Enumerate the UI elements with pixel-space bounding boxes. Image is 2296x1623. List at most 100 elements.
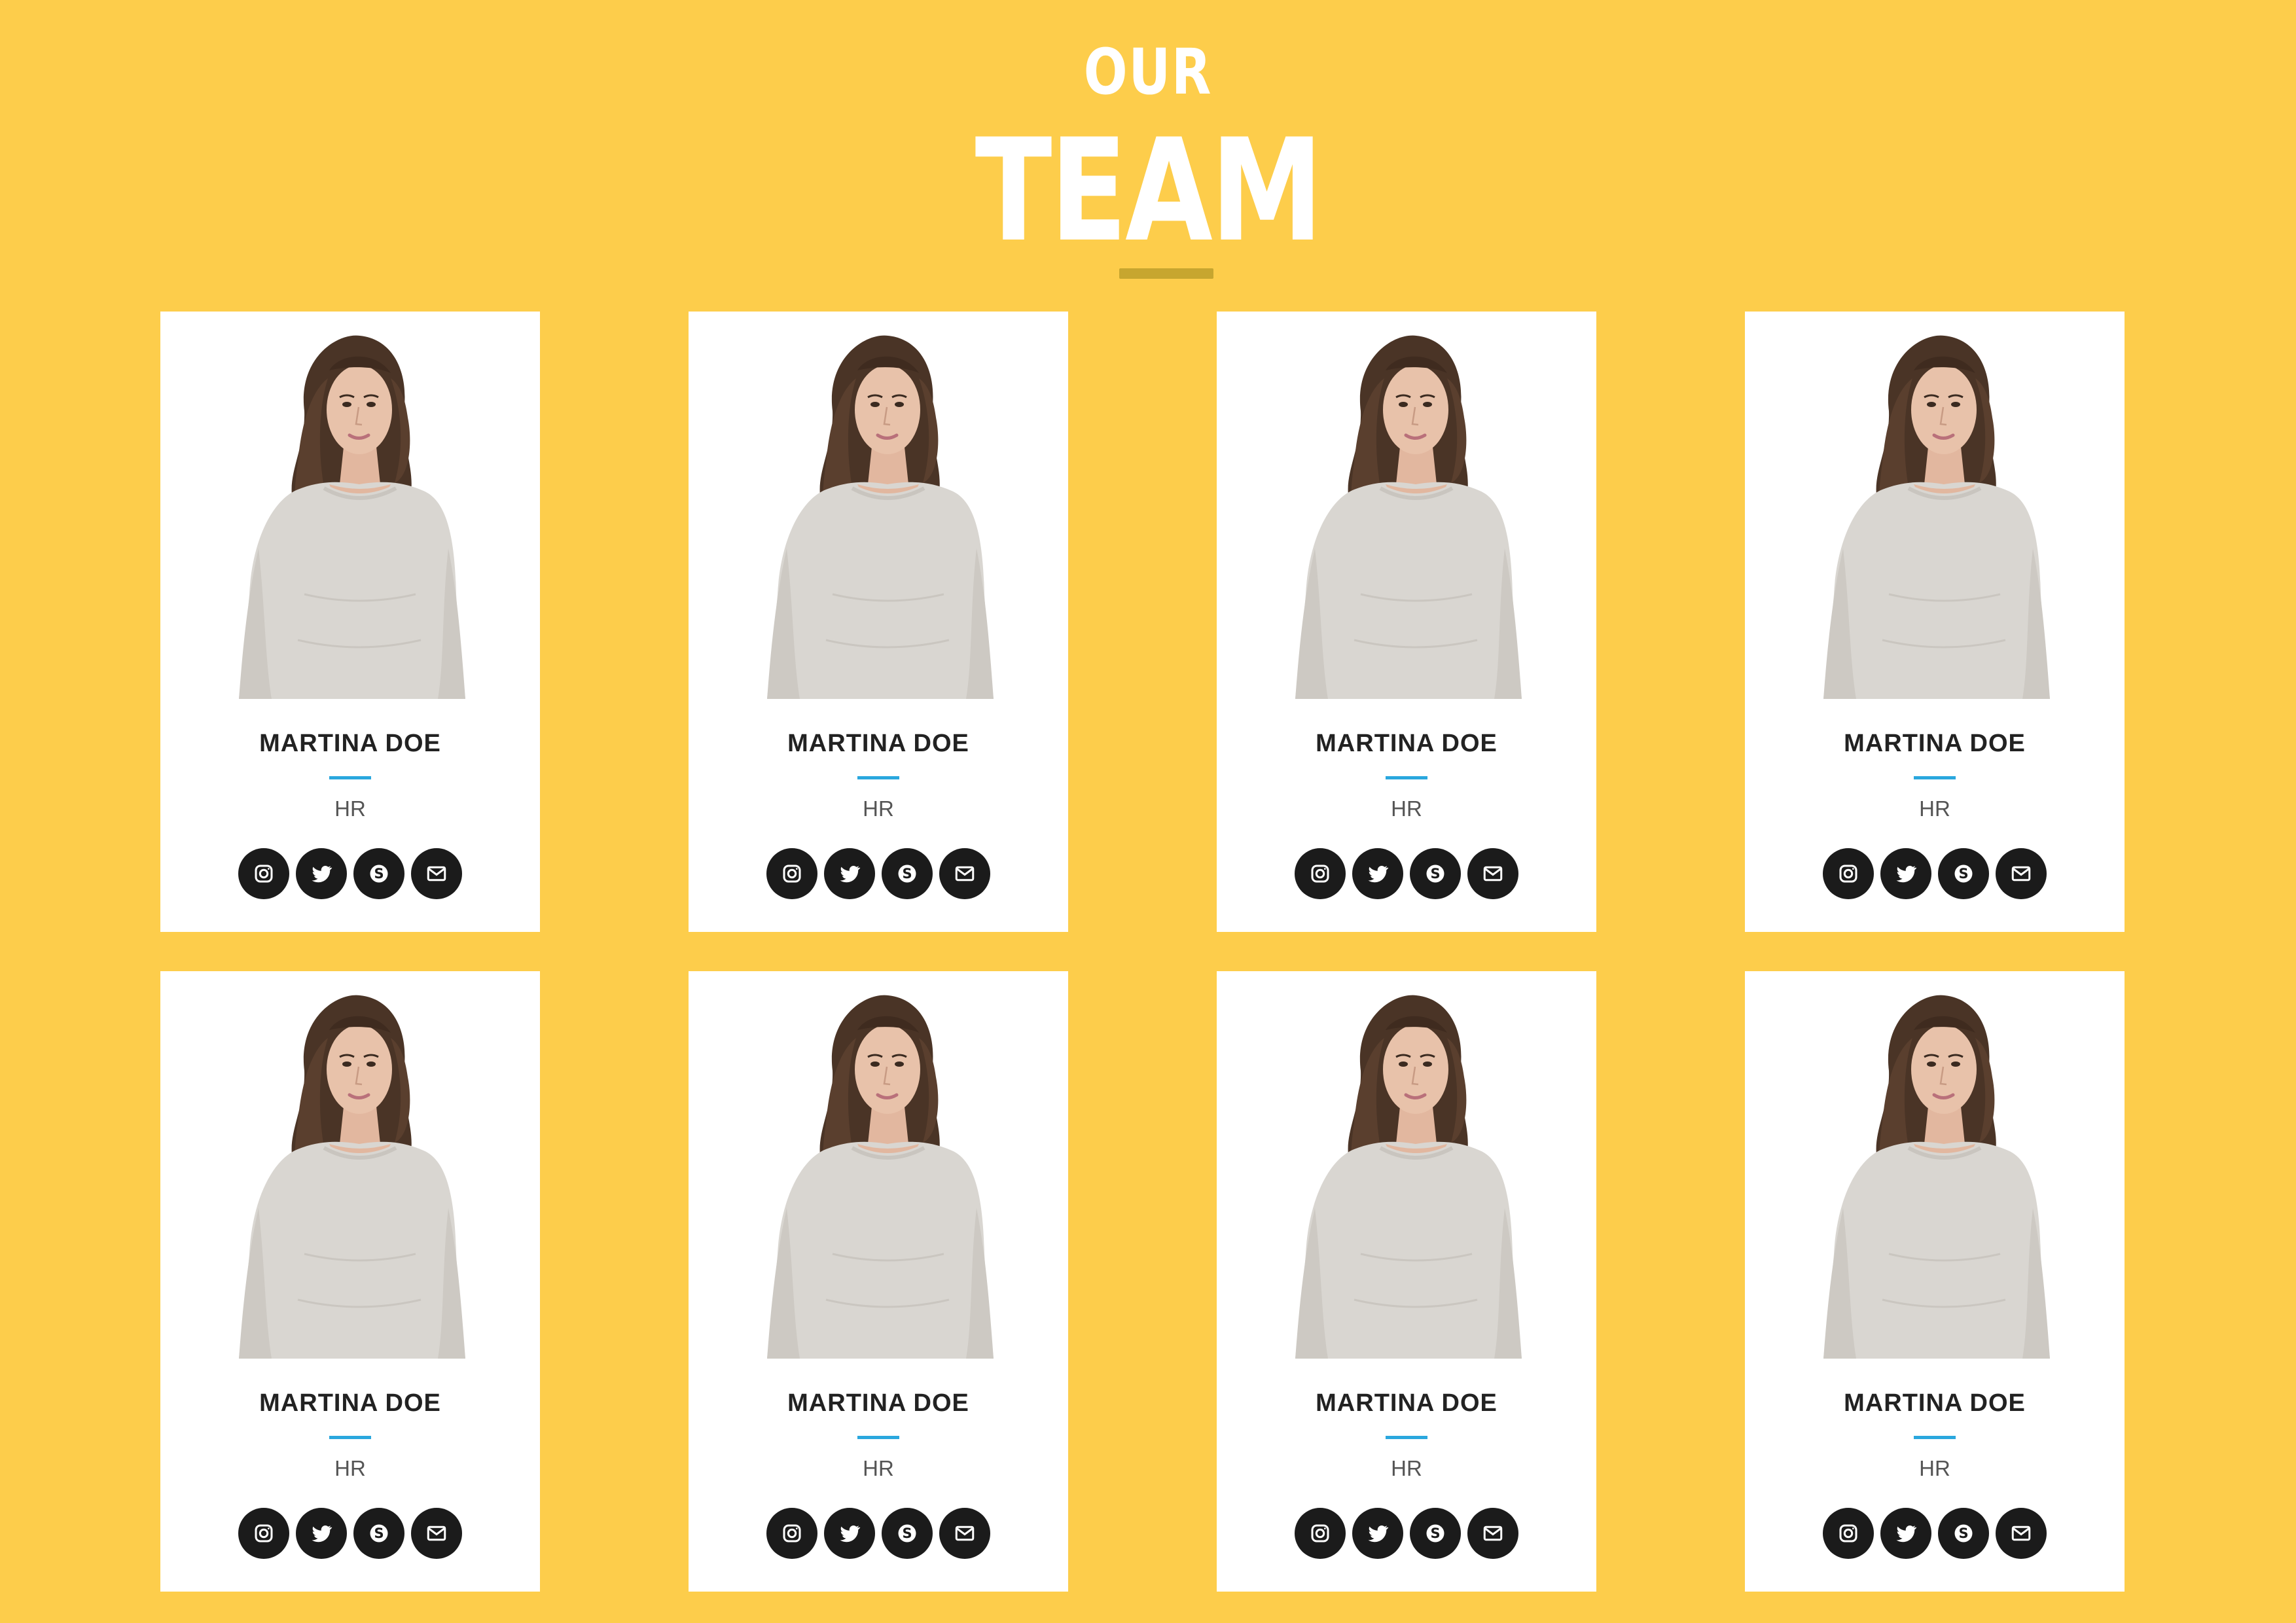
skype-button[interactable]: S (1410, 848, 1461, 899)
email-icon (953, 862, 977, 885)
skype-icon: S (1424, 1522, 1447, 1545)
svg-text:S: S (374, 1525, 384, 1541)
skype-icon: S (895, 1522, 919, 1545)
name-divider (857, 776, 899, 779)
instagram-icon (1837, 1522, 1860, 1545)
email-icon (2009, 1522, 2033, 1545)
email-button[interactable] (939, 848, 990, 899)
svg-text:S: S (902, 866, 912, 882)
email-icon (425, 1522, 448, 1545)
member-name: MARTINA DOE (1844, 1389, 2026, 1417)
email-button[interactable] (411, 848, 462, 899)
twitter-icon (838, 1522, 861, 1545)
svg-text:S: S (1958, 866, 1968, 882)
instagram-button[interactable] (1295, 848, 1346, 899)
skype-button[interactable]: S (1938, 848, 1989, 899)
team-card: MARTINA DOE HR S (1217, 971, 1596, 1592)
name-divider (857, 1436, 899, 1439)
member-name: MARTINA DOE (1316, 1389, 1498, 1417)
member-name: MARTINA DOE (259, 1389, 441, 1417)
email-icon (1481, 1522, 1505, 1545)
instagram-button[interactable] (238, 1508, 289, 1559)
name-divider (1386, 776, 1427, 779)
skype-button[interactable]: S (1938, 1508, 1989, 1559)
twitter-button[interactable] (1880, 848, 1931, 899)
skype-icon: S (1952, 862, 1975, 885)
member-role: HR (1919, 796, 1950, 821)
instagram-icon (1308, 1522, 1332, 1545)
member-name: MARTINA DOE (787, 730, 969, 757)
email-icon (425, 862, 448, 885)
social-links: S (689, 1508, 1068, 1560)
twitter-button[interactable] (824, 848, 875, 899)
member-role: HR (334, 796, 366, 821)
twitter-icon (1894, 862, 1918, 885)
instagram-button[interactable] (1295, 1508, 1346, 1559)
skype-button[interactable]: S (1410, 1508, 1461, 1559)
skype-icon: S (367, 1522, 391, 1545)
instagram-icon (1837, 862, 1860, 885)
instagram-button[interactable] (1823, 848, 1874, 899)
skype-icon: S (1424, 862, 1447, 885)
team-card: MARTINA DOE HR S (689, 971, 1068, 1592)
twitter-button[interactable] (824, 1508, 875, 1559)
member-role: HR (1391, 796, 1422, 821)
social-links: S (160, 848, 540, 901)
member-role: HR (863, 796, 894, 821)
skype-button[interactable]: S (353, 848, 404, 899)
member-name: MARTINA DOE (1316, 730, 1498, 757)
svg-text:S: S (374, 866, 384, 882)
email-icon (1481, 862, 1505, 885)
instagram-button[interactable] (766, 848, 817, 899)
email-button[interactable] (1996, 848, 2047, 899)
email-button[interactable] (1467, 1508, 1518, 1559)
social-links: S (1745, 1508, 2125, 1560)
team-card: MARTINA DOE HR S (1745, 971, 2125, 1592)
social-links: S (689, 848, 1068, 901)
svg-text:S: S (902, 1525, 912, 1541)
instagram-button[interactable] (238, 848, 289, 899)
name-divider (1914, 1436, 1956, 1439)
twitter-button[interactable] (1352, 848, 1403, 899)
social-links: S (1745, 848, 2125, 901)
member-photo (1276, 332, 1537, 699)
skype-button[interactable]: S (353, 1508, 404, 1559)
member-photo (219, 992, 481, 1359)
team-card: MARTINA DOE HR S (160, 312, 540, 932)
twitter-button[interactable] (1880, 1508, 1931, 1559)
team-card: MARTINA DOE HR S (160, 971, 540, 1592)
skype-icon: S (367, 862, 391, 885)
skype-button[interactable]: S (882, 1508, 933, 1559)
member-name: MARTINA DOE (787, 1389, 969, 1417)
twitter-button[interactable] (296, 848, 347, 899)
social-links: S (1217, 1508, 1596, 1560)
instagram-icon (780, 862, 804, 885)
twitter-icon (1366, 1522, 1390, 1545)
member-role: HR (1919, 1456, 1950, 1480)
email-button[interactable] (411, 1508, 462, 1559)
skype-button[interactable]: S (882, 848, 933, 899)
member-name: MARTINA DOE (259, 730, 441, 757)
instagram-icon (252, 862, 276, 885)
email-button[interactable] (1996, 1508, 2047, 1559)
member-photo (747, 332, 1009, 699)
twitter-icon (1894, 1522, 1918, 1545)
member-photo (1276, 992, 1537, 1359)
twitter-button[interactable] (296, 1508, 347, 1559)
skype-icon: S (895, 862, 919, 885)
email-button[interactable] (1467, 848, 1518, 899)
member-photo (219, 332, 481, 699)
twitter-button[interactable] (1352, 1508, 1403, 1559)
email-button[interactable] (939, 1508, 990, 1559)
instagram-button[interactable] (1823, 1508, 1874, 1559)
instagram-icon (252, 1522, 276, 1545)
twitter-icon (838, 862, 861, 885)
instagram-button[interactable] (766, 1508, 817, 1559)
member-photo (1804, 992, 2066, 1359)
team-card: MARTINA DOE HR S (689, 312, 1068, 932)
team-card: MARTINA DOE HR S (1217, 312, 1596, 932)
team-card: MARTINA DOE HR S (1745, 312, 2125, 932)
twitter-icon (310, 862, 333, 885)
member-role: HR (1391, 1456, 1422, 1480)
member-photo (747, 992, 1009, 1359)
